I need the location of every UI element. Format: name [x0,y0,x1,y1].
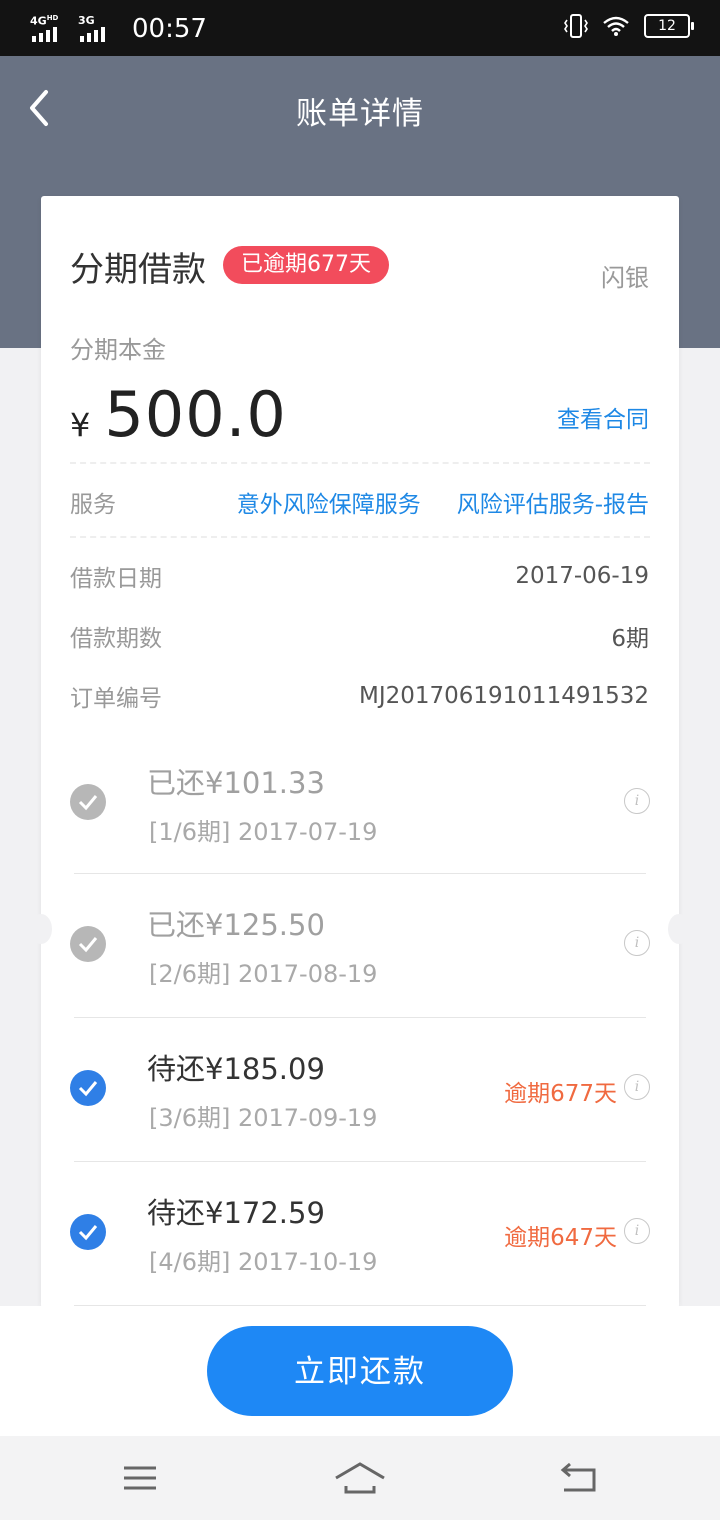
installment-amount: 待还¥172.59 [147,1196,325,1230]
overdue-days: 逾期647天 [504,1225,617,1251]
overdue-badge: 已逾期677天 [223,246,389,284]
info-icon[interactable]: i [624,1218,650,1244]
service-row: 服务 意外风险保障服务 风险评估服务-报告 [70,484,649,520]
service-link-accident-insurance[interactable]: 意外风险保障服务 [237,485,421,519]
view-contract-link[interactable]: 查看合同 [557,400,649,434]
installment-period: [3/6期] 2017-09-19 [149,1104,378,1132]
system-nav-bar [0,1436,720,1520]
detail-key: 借款日期 [70,566,162,592]
divider [70,462,650,464]
detail-row-loan-date: 借款日期 2017-06-19 [70,558,649,594]
checkmark-icon [70,784,106,820]
installment-item-4[interactable]: 待还¥172.59 [4/6期] 2017-10-19 逾期647天 i [41,1162,679,1306]
installment-item-1[interactable]: 已还¥101.33 [1/6期] 2017-07-19 i [41,730,679,874]
detail-value: 6期 [611,626,649,652]
installment-amount: 待还¥185.09 [147,1052,325,1086]
overdue-days: 逾期677天 [504,1081,617,1107]
signal-3g-icon: 3G [78,14,118,42]
amount-value: 500.0 [104,378,287,451]
home-icon[interactable] [330,1458,390,1498]
installment-period: [1/6期] 2017-07-19 [149,818,378,846]
service-links: 意外风险保障服务 风险评估服务-报告 [237,485,649,519]
detail-value: 2017-06-19 [515,563,649,589]
wifi-icon [603,16,629,36]
detail-value: MJ20170619101149​1532 [358,683,649,709]
lender-name: 闪银 [601,264,649,292]
menu-icon[interactable] [110,1458,170,1498]
divider [70,536,650,538]
loan-type-title: 分期借款 [70,250,206,290]
currency-symbol: ¥ [70,406,91,444]
bill-card: 分期借款 已逾期677天 闪银 分期本金 ¥ 500.0 查看合同 服务 意外风… [30,196,690,1308]
principal-label: 分期本金 [70,336,166,364]
bottom-action-bar: 立即还款 [0,1306,720,1436]
installment-item-3[interactable]: 待还¥185.09 [3/6期] 2017-09-19 逾期677天 i [41,1018,679,1162]
detail-row-loan-periods: 借款期数 6期 [70,618,649,654]
principal-amount: ¥ 500.0 [70,378,287,451]
back-icon[interactable] [550,1458,610,1498]
checkmark-icon [70,926,106,962]
installment-amount: 已还¥101.33 [147,766,325,800]
info-icon[interactable]: i [624,1074,650,1100]
network-label-2: 3G [78,14,95,27]
network-label-1: 4GHD [30,14,59,28]
info-icon[interactable]: i [624,788,650,814]
battery-icon: 12 [644,14,694,38]
service-label: 服务 [70,492,116,518]
detail-key: 借款期数 [70,626,162,652]
vibrate-icon [564,14,588,38]
info-icon[interactable]: i [624,930,650,956]
checkmark-icon[interactable] [70,1214,106,1250]
clock: 00:57 [132,14,207,44]
checkmark-icon[interactable] [70,1070,106,1106]
status-bar-left: 4GHD 3G 00:57 [30,14,207,44]
installment-amount: 已还¥125.50 [147,908,325,942]
service-link-risk-report[interactable]: 风险评估服务-报告 [457,485,649,519]
status-bar: 4GHD 3G 00:57 12 [0,0,720,56]
signal-4g-icon: 4GHD [30,14,70,42]
installment-period: [4/6期] 2017-10-19 [149,1248,378,1276]
page-title: 账单详情 [296,96,424,132]
installment-period: [2/6期] 2017-08-19 [149,960,378,988]
detail-key: 订单编号 [70,686,162,712]
detail-row-order-number: 订单编号 MJ20170619101149​1532 [70,678,649,714]
status-bar-right: 12 [564,13,694,39]
installment-item-2[interactable]: 已还¥125.50 [2/6期] 2017-08-19 i [41,874,679,1018]
pay-now-button[interactable]: 立即还款 [207,1326,513,1416]
